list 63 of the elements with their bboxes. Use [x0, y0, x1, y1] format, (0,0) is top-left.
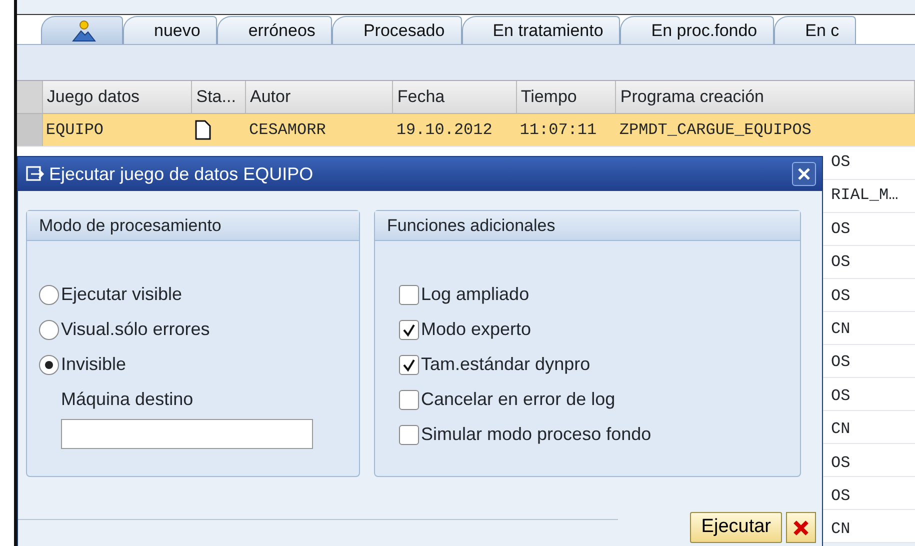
execute-icon — [26, 166, 44, 182]
table-cell: OS — [831, 288, 850, 304]
table-cell: OS — [831, 354, 850, 370]
option-label: Invisible — [61, 353, 126, 376]
checkmark-icon — [402, 358, 416, 372]
tab[interactable]: En tratamiento — [462, 16, 620, 44]
option-label: Log ampliado — [421, 283, 530, 306]
table-cell: OS — [831, 254, 850, 270]
tab[interactable]: En c — [774, 16, 856, 44]
table-row[interactable]: EQUIPO CESAMORR 19.10.2012 11:07:11 ZPMDT_CARGUE_EQUIPOS — [17, 114, 915, 147]
checkbox[interactable] — [399, 320, 419, 340]
checkbox[interactable] — [399, 390, 419, 410]
tab[interactable] — [41, 16, 123, 44]
tab[interactable]: Procesado — [332, 16, 462, 44]
tab[interactable]: En proc.fondo — [620, 16, 774, 44]
input-field[interactable] — [61, 419, 313, 449]
option-label: Visual.sólo errores — [61, 318, 210, 341]
tab[interactable]: nuevo — [123, 16, 218, 44]
group-title: Funciones adicionales — [375, 211, 800, 241]
table-cell-text: 11:07:11 — [518, 120, 598, 141]
column-header[interactable]: Tiempo — [516, 81, 616, 113]
option-label: Simular modo proceso fondo — [421, 423, 652, 446]
close-button[interactable] — [792, 162, 816, 186]
table-cell: OS — [831, 488, 850, 504]
table-cell-text: CESAMORR — [248, 120, 327, 141]
select-all-cell[interactable] — [17, 81, 43, 113]
table-cell: OS — [831, 220, 850, 237]
column-header[interactable]: Sta... — [192, 81, 246, 113]
table-cell: CN — [831, 521, 850, 538]
checkbox[interactable] — [399, 424, 419, 444]
table-cell: OS — [831, 154, 850, 170]
radio-button[interactable] — [39, 320, 59, 340]
radio-button[interactable] — [39, 354, 59, 374]
option-label: Cancelar en error de log — [421, 388, 616, 411]
option-label: Ejecutar visible — [61, 283, 182, 306]
field-label: Máquina destino — [61, 388, 194, 411]
cancel-icon — [792, 518, 810, 536]
column-header[interactable]: Fecha — [393, 81, 517, 113]
checkmark-icon — [402, 322, 416, 336]
execute-button[interactable]: Ejecutar — [690, 512, 782, 543]
table-cell-text: EQUIPO — [44, 120, 105, 141]
option-label: Tam.estándar dynpro — [421, 353, 590, 376]
option-label: Modo experto — [421, 318, 532, 341]
table-cell-text: ZPMDT_CARGUE_EQUIPOS — [618, 120, 812, 141]
checkbox[interactable] — [399, 284, 419, 304]
column-header[interactable]: Juego datos — [42, 81, 192, 113]
column-header[interactable]: Programa creación — [616, 81, 915, 113]
tab[interactable]: erróneos — [217, 16, 332, 44]
table-cell: CN — [831, 421, 850, 438]
cancel-button[interactable] — [786, 512, 816, 543]
document-icon — [195, 120, 212, 140]
group-title: Modo de procesamiento — [27, 211, 359, 241]
table-cell: OS — [831, 454, 850, 471]
table-cell: CN — [831, 321, 850, 337]
table-cell-text: 19.10.2012 — [395, 120, 494, 141]
table-cell: RIAL_M… — [831, 187, 898, 204]
checkbox[interactable] — [399, 354, 419, 374]
dialog-title: Ejecutar juego de datos EQUIPO — [49, 162, 314, 186]
radio-button[interactable] — [39, 284, 59, 304]
table-cell: OS — [831, 388, 850, 404]
mountain-sun-icon — [72, 20, 96, 42]
close-icon — [797, 167, 811, 181]
column-header[interactable]: Autor — [246, 81, 394, 113]
